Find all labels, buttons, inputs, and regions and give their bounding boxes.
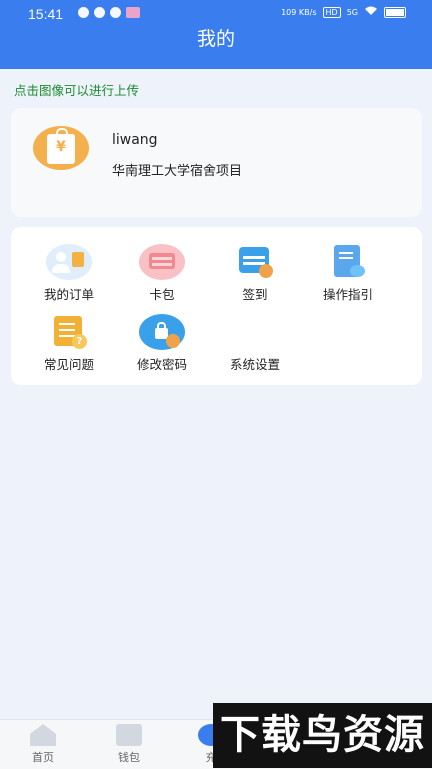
notification-icons bbox=[78, 7, 140, 18]
avatar[interactable]: ¥ bbox=[33, 126, 89, 170]
tab-label: 钱包 bbox=[118, 751, 140, 764]
hd-badge: HD bbox=[322, 6, 341, 18]
tab-label: 首页 bbox=[32, 751, 54, 764]
home-icon bbox=[30, 724, 56, 746]
tab-home[interactable]: 首页 bbox=[8, 724, 78, 765]
profile-card: ¥ liwang 华南理工大学宿舍项目 bbox=[11, 108, 422, 217]
menu-item-sign-in[interactable]: 签到 bbox=[209, 244, 301, 303]
menu-item-label: 签到 bbox=[242, 287, 268, 302]
menu-item-guide[interactable]: 操作指引 bbox=[302, 244, 394, 303]
app-icon bbox=[126, 7, 140, 18]
lock-gear-icon bbox=[139, 314, 185, 350]
menu-item-label: 卡包 bbox=[149, 287, 175, 302]
system-status: 109 KB/s HD 5G bbox=[281, 6, 406, 18]
status-bar: 15:41 109 KB/s HD 5G bbox=[0, 0, 432, 26]
tab-wallet[interactable]: 钱包 bbox=[94, 724, 164, 765]
faq-icon: ? bbox=[46, 314, 92, 350]
menu-item-orders[interactable]: 我的订单 bbox=[23, 244, 115, 303]
card-wallet-icon bbox=[139, 244, 185, 280]
username: liwang bbox=[112, 132, 158, 148]
upload-hint: 点击图像可以进行上传 bbox=[14, 83, 140, 98]
calendar-check-icon bbox=[232, 244, 278, 280]
shopping-bag-yen-icon: ¥ bbox=[47, 128, 75, 164]
order-icon bbox=[46, 244, 92, 280]
status-time: 15:41 bbox=[28, 6, 64, 22]
wallet-icon bbox=[116, 724, 142, 746]
check-icon bbox=[94, 7, 105, 18]
battery-icon bbox=[384, 6, 406, 18]
signal-indicator: 5G bbox=[346, 7, 358, 17]
menu-card: 我的订单 卡包 签到 操作指引 ? 常见问题 修改密码 系统设置 bbox=[11, 227, 422, 385]
menu-item-label: 系统设置 bbox=[229, 357, 280, 372]
header-bar: 15:41 109 KB/s HD 5G 我的 bbox=[0, 0, 432, 69]
message-icon bbox=[78, 7, 89, 18]
wifi-icon bbox=[364, 6, 378, 18]
tiktok-icon bbox=[110, 7, 121, 18]
watermark-logo: 下载鸟资源 bbox=[213, 703, 432, 768]
menu-item-label: 常见问题 bbox=[43, 357, 94, 372]
menu-item-label: 操作指引 bbox=[322, 287, 373, 302]
menu-item-card-wallet[interactable]: 卡包 bbox=[116, 244, 208, 303]
menu-item-faq[interactable]: ? 常见问题 bbox=[23, 314, 115, 373]
network-speed: 109 KB/s bbox=[281, 7, 317, 17]
project-name: 华南理工大学宿舍项目 bbox=[112, 164, 243, 179]
menu-item-label: 我的订单 bbox=[43, 287, 94, 302]
menu-item-change-password[interactable]: 修改密码 bbox=[116, 314, 208, 373]
guide-document-icon bbox=[325, 244, 371, 280]
page-title: 我的 bbox=[196, 28, 235, 50]
menu-item-label: 修改密码 bbox=[136, 357, 187, 372]
menu-item-system-settings[interactable]: 系统设置 bbox=[209, 314, 301, 373]
